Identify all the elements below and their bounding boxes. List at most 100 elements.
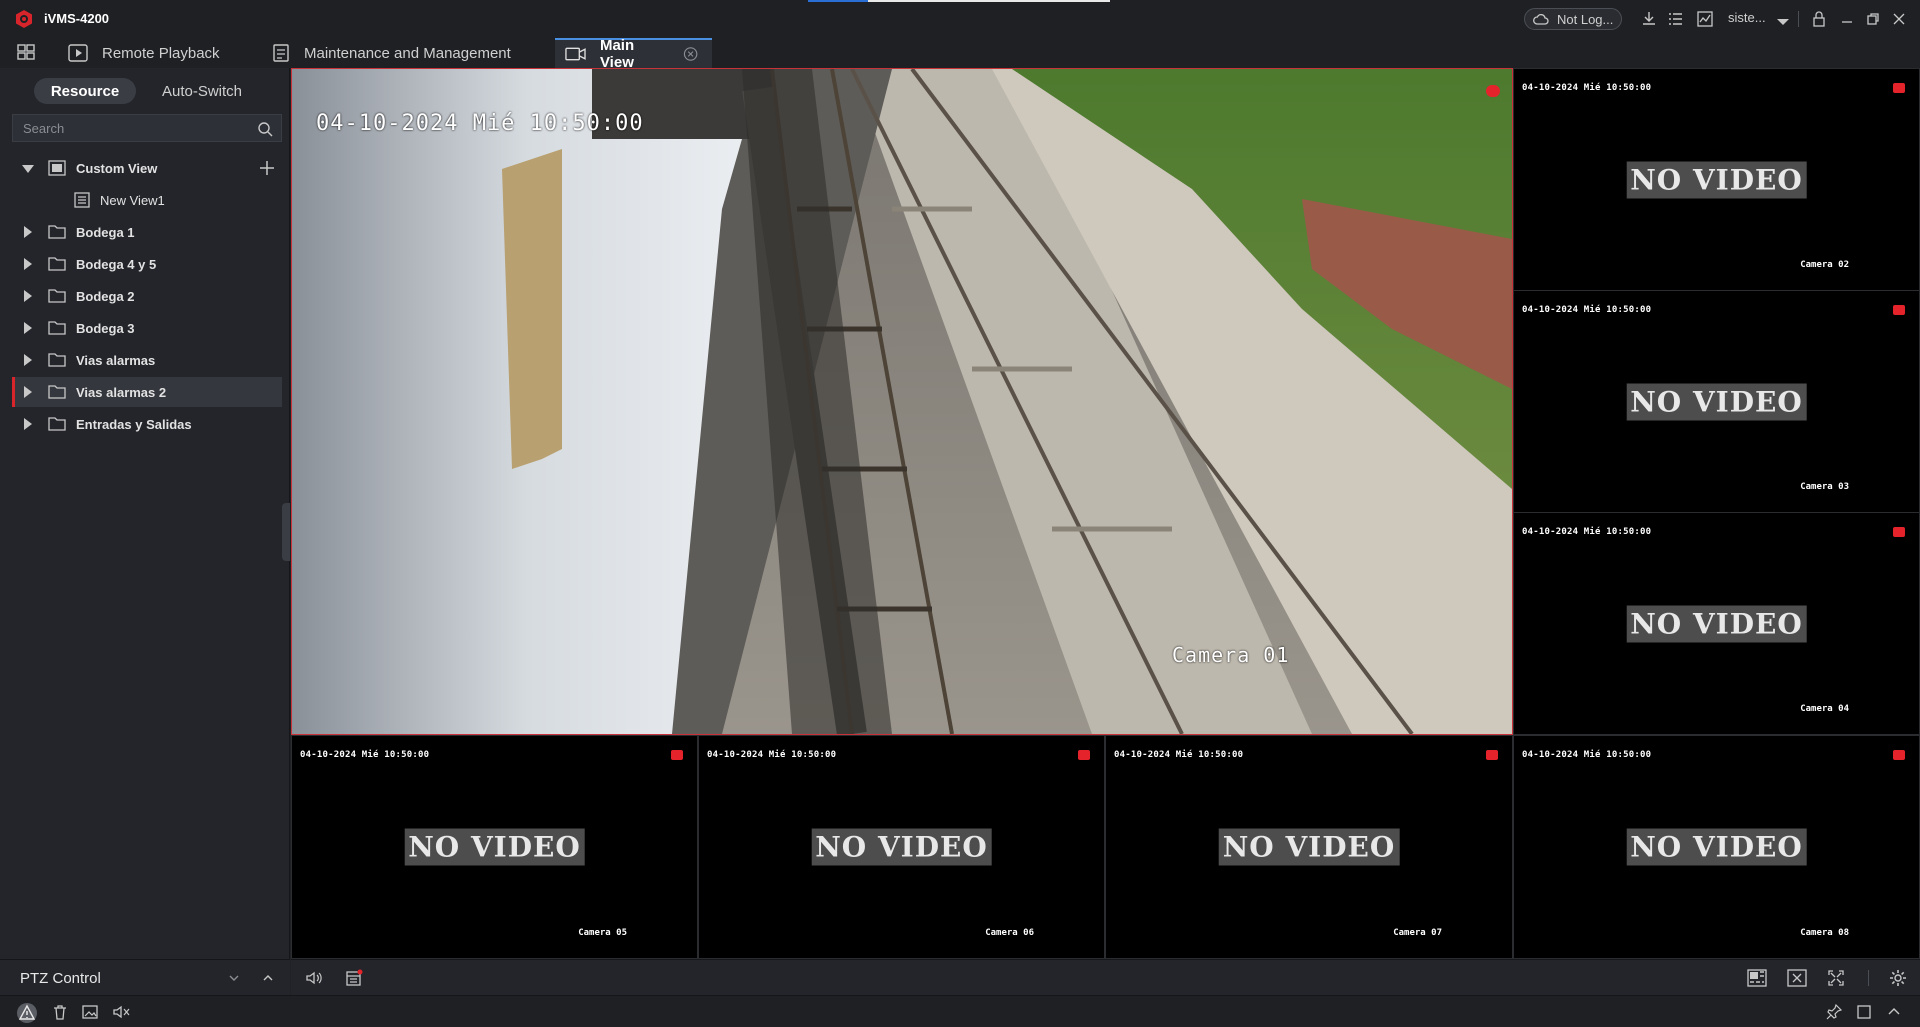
- chevron-up-icon[interactable]: [262, 973, 274, 983]
- video-window-camera-04[interactable]: 04-10-2024 Mié 10:50:00 NO VIDEO Camera …: [1513, 512, 1920, 735]
- settings-gear-icon[interactable]: [1889, 969, 1907, 987]
- osd-camera-name: Camera 05: [578, 928, 627, 938]
- image-icon[interactable]: [82, 1004, 98, 1020]
- title-bar: iVMS-4200 Not Log... siste...: [0, 0, 1920, 38]
- segment-auto-switch[interactable]: Auto-Switch: [150, 78, 254, 104]
- tree-item-bodega-1[interactable]: Bodega 1: [12, 217, 282, 247]
- tree-item-new-view1[interactable]: New View1: [12, 185, 282, 215]
- tab-label: Main View: [599, 37, 635, 71]
- resource-sidebar: Resource Auto-Switch Custom View New Vie…: [0, 68, 290, 959]
- view-icon: [74, 192, 90, 208]
- video-window-camera-08[interactable]: 04-10-2024 Mié 10:50:00 NO VIDEO Camera …: [1513, 735, 1920, 959]
- chevron-down-icon[interactable]: [228, 973, 240, 983]
- close-tab-icon[interactable]: [683, 46, 698, 62]
- video-window-camera-06[interactable]: 04-10-2024 Mié 10:50:00 NO VIDEO Camera …: [698, 735, 1105, 959]
- search-input[interactable]: [23, 120, 253, 136]
- sidebar-collapse-handle[interactable]: [282, 503, 290, 561]
- recording-indicator-icon: [1486, 85, 1500, 97]
- user-name: siste...: [1728, 10, 1766, 25]
- task-list-icon[interactable]: [1666, 10, 1684, 28]
- expand-arrow-icon[interactable]: [24, 258, 32, 270]
- osd-camera-name: Camera 06: [985, 928, 1034, 938]
- divider: [1868, 970, 1869, 986]
- video-window-camera-03[interactable]: 04-10-2024 Mié 10:50:00 NO VIDEO Camera …: [1513, 290, 1920, 513]
- folder-icon: [48, 385, 66, 399]
- no-video-label: NO VIDEO: [1626, 161, 1807, 198]
- cloud-icon: [1533, 13, 1549, 25]
- expand-arrow-icon[interactable]: [24, 354, 32, 366]
- tab-maintenance-and-management[interactable]: Maintenance and Management: [270, 38, 536, 68]
- video-window-camera-05[interactable]: 04-10-2024 Mié 10:50:00 NO VIDEO Camera …: [291, 735, 698, 959]
- tree-item-bodega-2[interactable]: Bodega 2: [12, 281, 282, 311]
- camera-icon: [565, 47, 586, 61]
- record-schedule-icon[interactable]: [345, 969, 363, 987]
- live-view-toolbar: [291, 959, 1920, 995]
- osd-timestamp: 04-10-2024 Mié 10:50:00: [707, 750, 837, 760]
- monitor-chart-icon[interactable]: [1696, 10, 1714, 28]
- tree-item-label: Custom View: [76, 160, 158, 176]
- video-window-camera-07[interactable]: 04-10-2024 Mié 10:50:00 NO VIDEO Camera …: [1105, 735, 1513, 959]
- tree-item-vias-alarmas-2[interactable]: Vias alarmas 2: [12, 377, 282, 407]
- folder-icon: [48, 225, 66, 239]
- expand-arrow-icon[interactable]: [24, 290, 32, 302]
- no-video-label: NO VIDEO: [811, 828, 992, 866]
- chevron-up-icon[interactable]: [1886, 1004, 1902, 1020]
- expand-arrow-icon[interactable]: [24, 418, 32, 430]
- expand-arrow-icon[interactable]: [24, 386, 32, 398]
- tab-label: Remote Playback: [102, 44, 220, 62]
- tree-item-label: Bodega 4 y 5: [76, 256, 157, 272]
- folder-icon: [48, 417, 66, 431]
- no-video-label: NO VIDEO: [1218, 828, 1400, 866]
- tree-item-bodega-3[interactable]: Bodega 3: [12, 313, 282, 343]
- module-grid-icon[interactable]: [16, 42, 36, 62]
- cloud-status-text: Not Log...: [1557, 11, 1614, 27]
- download-icon[interactable]: [1640, 10, 1658, 28]
- osd-timestamp: 04-10-2024 Mié 10:50:00: [1522, 83, 1652, 93]
- maximize-panel-icon[interactable]: [1856, 1004, 1872, 1020]
- tree-item-vias-alarmas[interactable]: Vias alarmas: [12, 345, 282, 375]
- cloud-login-button[interactable]: Not Log...: [1524, 8, 1622, 30]
- fullscreen-icon[interactable]: [1827, 969, 1845, 987]
- folder-icon: [48, 289, 66, 303]
- hikvision-logo-icon: [16, 10, 32, 28]
- delete-icon[interactable]: [52, 1004, 68, 1020]
- osd-camera-name: Camera 04: [1800, 704, 1849, 714]
- pin-icon[interactable]: [1826, 1004, 1842, 1020]
- minimize-icon[interactable]: [1838, 10, 1856, 28]
- segment-resource[interactable]: Resource: [34, 78, 136, 104]
- osd-timestamp: 04-10-2024 Mié 10:50:00: [1114, 750, 1244, 760]
- lock-icon[interactable]: [1810, 10, 1828, 28]
- tree-item-label: Vias alarmas 2: [76, 384, 167, 400]
- osd-timestamp: 04-10-2024 Mié 10:50:00: [316, 111, 644, 136]
- tree-item-label: Bodega 3: [76, 320, 135, 336]
- tree-item-custom-view[interactable]: Custom View: [12, 153, 282, 183]
- expand-arrow-icon[interactable]: [22, 165, 34, 173]
- restore-icon[interactable]: [1864, 10, 1882, 28]
- playback-icon: [68, 44, 88, 62]
- tab-remote-playback[interactable]: Remote Playback: [66, 38, 266, 68]
- tab-main-view[interactable]: Main View: [555, 37, 712, 71]
- close-icon[interactable]: [1890, 10, 1908, 28]
- video-window-camera-01[interactable]: 04-10-2024 Mié 10:50:00 Camera 01: [291, 68, 1513, 735]
- recording-indicator-icon: [1078, 750, 1090, 760]
- window-layout-icon[interactable]: [1747, 969, 1767, 987]
- ptz-control-panel[interactable]: PTZ Control: [0, 959, 290, 995]
- expand-arrow-icon[interactable]: [24, 322, 32, 334]
- tree-item-entradas-y-salidas[interactable]: Entradas y Salidas: [12, 409, 282, 439]
- volume-icon[interactable]: [305, 969, 323, 987]
- tree-item-bodega-4-y-5[interactable]: Bodega 4 y 5: [12, 249, 282, 279]
- alarm-warning-icon[interactable]: [16, 1002, 38, 1024]
- add-view-icon[interactable]: [258, 159, 276, 177]
- recording-indicator-icon: [1893, 527, 1905, 537]
- chevron-down-icon[interactable]: [1774, 13, 1792, 31]
- expand-arrow-icon[interactable]: [24, 226, 32, 238]
- close-all-windows-icon[interactable]: [1787, 969, 1807, 987]
- recording-indicator-icon: [671, 750, 683, 760]
- search-icon[interactable]: [257, 121, 273, 137]
- video-window-camera-02[interactable]: 04-10-2024 Mié 10:50:00 NO VIDEO Camera …: [1513, 68, 1920, 291]
- mute-icon[interactable]: [112, 1004, 130, 1020]
- no-video-label: NO VIDEO: [1626, 828, 1807, 866]
- camera-feed-image: [292, 69, 1512, 734]
- osd-camera-name: Camera 08: [1800, 928, 1849, 938]
- user-menu[interactable]: siste...: [1728, 10, 1766, 25]
